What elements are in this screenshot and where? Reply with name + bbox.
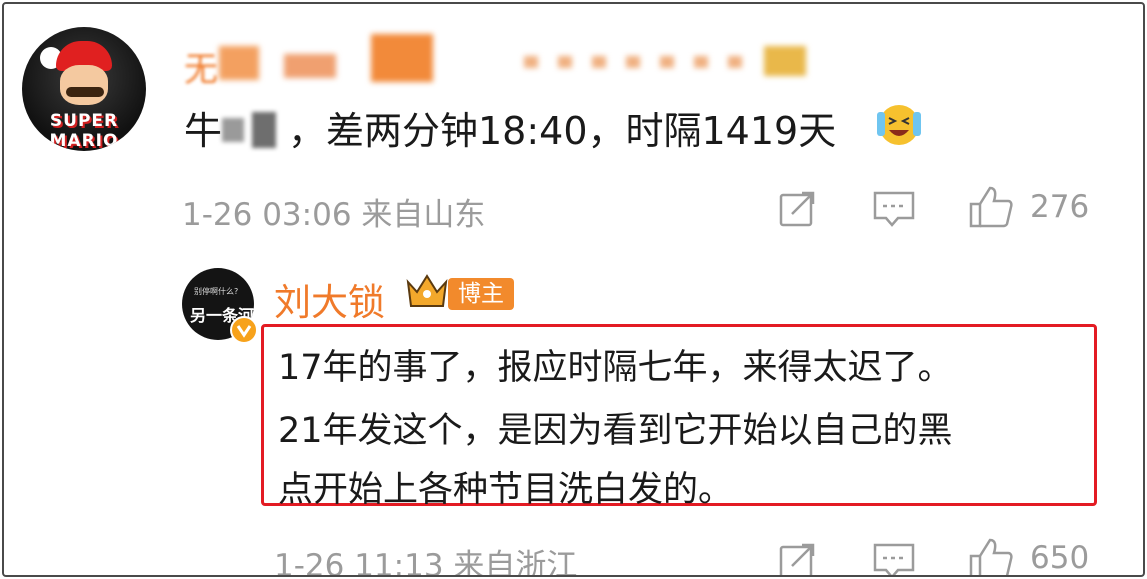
reply-text-line-2: 21年发这个，是因为看到它开始以自己的黑 xyxy=(278,411,953,451)
commenter-name[interactable]: 无 xyxy=(184,42,218,91)
reply-author-name[interactable]: 刘大锁 xyxy=(274,272,385,326)
face-shape xyxy=(60,65,108,105)
comment-icon[interactable] xyxy=(872,190,916,230)
reply-text-line-3: 点开始上各种节目洗白发的。 xyxy=(278,470,734,510)
verified-badge-icon xyxy=(230,316,258,344)
name-blur-dots xyxy=(524,56,744,68)
reply-like-count: 650 xyxy=(1030,540,1090,576)
like-count: 276 xyxy=(1030,189,1090,225)
like-icon[interactable] xyxy=(968,184,1014,230)
pixelated-word-1 xyxy=(222,118,244,142)
comment-timestamp: 1-26 03:06 来自山东 xyxy=(182,197,486,233)
comment-prefix: 牛 xyxy=(184,109,223,153)
crying-laughing-emoji-icon xyxy=(877,105,921,145)
author-badge: 博主 xyxy=(448,278,514,310)
name-blur-block-1 xyxy=(219,46,259,80)
reply-share-icon[interactable] xyxy=(778,540,818,577)
avatar-logo-text: SUPER MARIO xyxy=(49,111,119,151)
reply-comment-icon[interactable] xyxy=(872,542,916,577)
share-icon[interactable] xyxy=(778,188,818,228)
name-blur-block-3 xyxy=(371,34,433,82)
pixelated-word-2 xyxy=(252,112,276,148)
screenshot-frame: SUPER MARIO 无 牛 ，差两分钟18:40，时隔1419天 1-26 … xyxy=(2,2,1145,577)
avatar-small-text: 别停啊什么? xyxy=(194,287,239,296)
reply-text-line-1: 17年的事了，报应时隔七年，来得太迟了。 xyxy=(278,348,953,388)
name-blur-block-2 xyxy=(284,54,336,78)
mustache-shape xyxy=(66,87,104,97)
commenter-avatar[interactable]: SUPER MARIO xyxy=(22,27,146,151)
reply-timestamp: 1-26 11:13 来自浙江 xyxy=(274,548,578,577)
name-crown-blur xyxy=(764,46,806,76)
crown-icon xyxy=(406,274,448,307)
reply-like-icon[interactable] xyxy=(968,536,1014,577)
comment-main: ，差两分钟18:40，时隔1419天 xyxy=(288,109,837,153)
